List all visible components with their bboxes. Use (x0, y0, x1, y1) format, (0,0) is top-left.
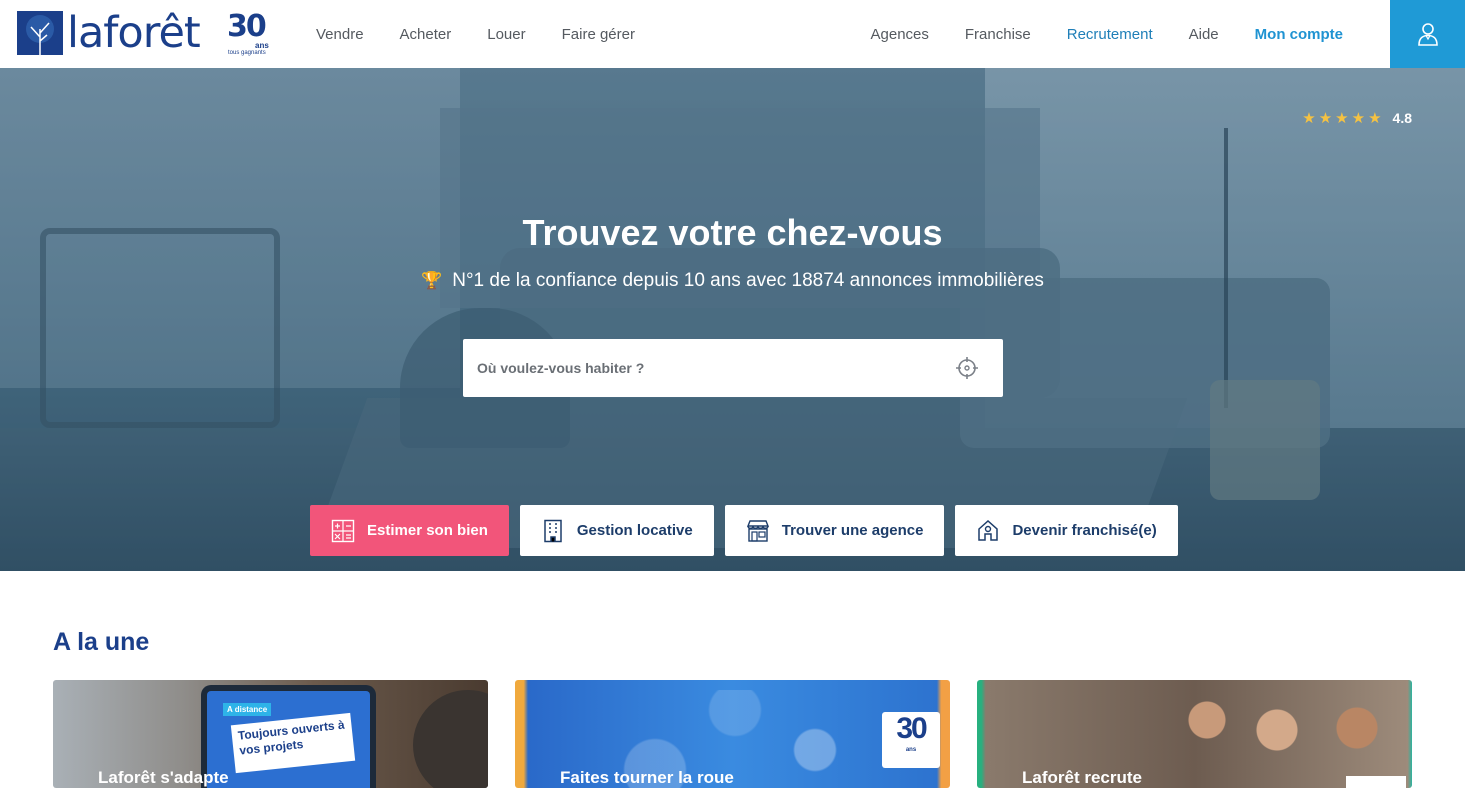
tree-logo-icon (17, 11, 63, 55)
rating-value: 4.8 (1392, 110, 1412, 126)
nav-faire-gerer[interactable]: Faire gérer (544, 26, 653, 43)
logo-anniversary: 30 (227, 9, 267, 44)
team-photo (1167, 690, 1407, 788)
anniversary-ans: ans (905, 747, 917, 753)
tablet-text: Toujours ouverts à vos projets (230, 712, 356, 774)
crosshair-locate-icon[interactable] (955, 356, 979, 380)
star-icon: ★ (1351, 109, 1366, 127)
gestion-locative-label: Gestion locative (576, 522, 693, 539)
devenir-franchise-label: Devenir franchisé(e) (1012, 522, 1157, 539)
person-image (413, 690, 488, 788)
location-search (463, 339, 1003, 397)
tablet-tag: A distance (223, 703, 272, 716)
nav-acheter[interactable]: Acheter (382, 26, 470, 43)
star-icon: ★ (1302, 109, 1316, 127)
rating-widget[interactable]: ★ ★ ★ ★ ★ 4.8 (1302, 110, 1412, 126)
gestion-locative-button[interactable]: Gestion locative (519, 505, 714, 556)
estimer-bien-label: Estimer son bien (367, 522, 488, 539)
star-icon: ★ (1335, 109, 1349, 127)
section-title-a-la-une: A la une (53, 628, 150, 656)
nav-recrutement[interactable]: Recrutement (1049, 26, 1171, 43)
account-button[interactable] (1390, 0, 1465, 68)
nav-louer[interactable]: Louer (469, 26, 543, 43)
star-icon: ★ (1368, 109, 1382, 127)
quick-actions: Estimer son bien Gestion locative Trouve… (310, 505, 1178, 556)
storefront-icon (746, 519, 769, 542)
hero-section: ★ ★ ★ ★ ★ 4.8 Trouvez votre chez-vous 🏆 N… (0, 68, 1465, 571)
anniversary-badge: 30 ans (882, 712, 940, 768)
site-header: laforêt 30 ans tous gagnants Vendre Ache… (0, 0, 1465, 68)
nav-vendre[interactable]: Vendre (298, 26, 382, 43)
hero-subtitle: 🏆 N°1 de la confiance depuis 10 ans avec … (0, 270, 1465, 292)
house-pin-icon (978, 519, 999, 541)
nav-franchise[interactable]: Franchise (947, 26, 1049, 43)
hero-title: Trouvez votre chez-vous (522, 212, 943, 253)
nav-mon-compte[interactable]: Mon compte (1237, 26, 1361, 43)
hero-subtitle-text: N°1 de la confiance depuis 10 ans avec 1… (452, 270, 1044, 291)
logo-tagline: tous gagnants (228, 50, 266, 56)
location-search-input[interactable] (463, 339, 943, 397)
featured-card[interactable]: A distance Toujours ouverts à vos projet… (53, 680, 488, 788)
featured-card-title: Faites tourner la roue (560, 768, 734, 787)
star-icon: ★ (1318, 109, 1333, 127)
laforet-logo[interactable]: laforêt 30 ans tous gagnants (17, 8, 282, 58)
trouver-agence-label: Trouver une agence (781, 522, 924, 539)
logo-ans: ans (255, 41, 269, 50)
secondary-nav: Agences Franchise Recrutement Aide Mon c… (853, 0, 1361, 68)
nav-aide[interactable]: Aide (1171, 26, 1237, 43)
trouver-agence-button[interactable]: Trouver une agence (724, 505, 945, 556)
featured-card[interactable]: 30 ans Faites tourner la roue (515, 680, 950, 788)
featured-card-title: Laforêt recrute (1022, 768, 1142, 787)
main-nav: Vendre Acheter Louer Faire gérer (298, 0, 653, 68)
nav-agences[interactable]: Agences (853, 26, 947, 43)
calculator-icon (331, 519, 355, 542)
featured-card[interactable]: Laforêt recrute (977, 680, 1412, 788)
user-icon (1417, 23, 1438, 46)
featured-card-title: Laforêt s'adapte (98, 768, 229, 787)
devenir-franchise-button[interactable]: Devenir franchisé(e) (955, 505, 1178, 556)
trophy-icon: 🏆 (421, 271, 443, 290)
estimer-bien-button[interactable]: Estimer son bien (310, 505, 509, 556)
anniversary-number: 30 (896, 712, 927, 745)
logo-wordmark: laforêt (67, 8, 201, 58)
building-icon (544, 519, 562, 542)
